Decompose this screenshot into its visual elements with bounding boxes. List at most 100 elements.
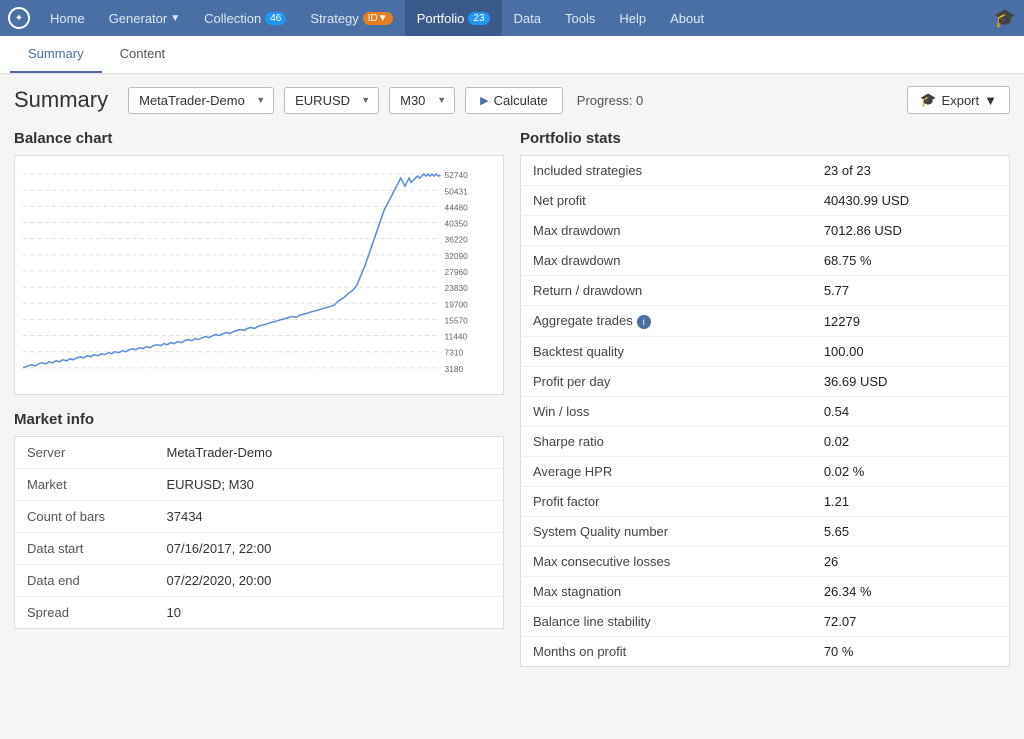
stats-value: 5.65: [812, 517, 1010, 547]
svg-text:19700: 19700: [445, 300, 469, 309]
stats-label: Return / drawdown: [521, 276, 812, 306]
balance-chart: 52740 50431 44480 40350 36220 32090 2796…: [14, 155, 504, 395]
nav-tools[interactable]: Tools: [553, 0, 607, 36]
top-navigation: ✦ Home Generator ▼ Collection 46 Strateg…: [0, 0, 1024, 36]
page-title: Summary: [14, 87, 108, 113]
stats-value: 5.77: [812, 276, 1010, 306]
stats-row: Net profit 40430.99 USD: [521, 186, 1010, 216]
svg-text:40350: 40350: [445, 220, 469, 229]
app-logo: ✦: [8, 7, 30, 29]
nav-home[interactable]: Home: [38, 0, 97, 36]
main-content: Summary MetaTrader-Demo EURUSD M30 ▶ Cal…: [0, 74, 1024, 679]
stats-value: 40430.99 USD: [812, 186, 1010, 216]
timeframe-select-wrap[interactable]: M30: [389, 87, 455, 114]
svg-text:23830: 23830: [445, 284, 469, 293]
stats-value: 26.34 %: [812, 577, 1010, 607]
market-info-label: Spread: [15, 597, 155, 629]
stats-value: 36.69 USD: [812, 367, 1010, 397]
stats-label: Aggregate tradesi: [521, 306, 812, 337]
stats-value: 12279: [812, 306, 1010, 337]
market-info-row: Data end 07/22/2020, 20:00: [15, 565, 504, 597]
portfolio-badge: 23: [468, 12, 489, 25]
stats-label: Profit factor: [521, 487, 812, 517]
stats-value: 1.21: [812, 487, 1010, 517]
market-info-row: Server MetaTrader-Demo: [15, 437, 504, 469]
info-icon[interactable]: i: [637, 315, 651, 329]
export-arrow-icon: ▼: [984, 93, 997, 108]
stats-value: 7012.86 USD: [812, 216, 1010, 246]
stats-row: Profit factor 1.21: [521, 487, 1010, 517]
stats-label: Months on profit: [521, 637, 812, 667]
stats-value: 100.00: [812, 337, 1010, 367]
stats-value: 26: [812, 547, 1010, 577]
stats-row: Max consecutive losses 26: [521, 547, 1010, 577]
broker-select[interactable]: MetaTrader-Demo: [128, 87, 274, 114]
svg-text:3180: 3180: [445, 365, 464, 374]
nav-portfolio[interactable]: Portfolio 23: [405, 0, 502, 36]
stats-label: Average HPR: [521, 457, 812, 487]
stats-label: Max stagnation: [521, 577, 812, 607]
stats-row: Win / loss 0.54: [521, 397, 1010, 427]
tab-content[interactable]: Content: [102, 36, 184, 73]
market-info-row: Data start 07/16/2017, 22:00: [15, 533, 504, 565]
market-info-label: Market: [15, 469, 155, 501]
export-icon: 🎓: [920, 92, 936, 108]
tab-bar: Summary Content: [0, 36, 1024, 74]
svg-text:7310: 7310: [445, 349, 464, 358]
summary-toolbar: Summary MetaTrader-Demo EURUSD M30 ▶ Cal…: [14, 86, 1010, 114]
market-info-row: Spread 10: [15, 597, 504, 629]
stats-value: 68.75 %: [812, 246, 1010, 276]
svg-text:15570: 15570: [445, 317, 469, 326]
market-info-row: Count of bars 37434: [15, 501, 504, 533]
nav-help[interactable]: Help: [607, 0, 658, 36]
market-info-title: Market info: [14, 411, 504, 428]
stats-row: Max drawdown 68.75 %: [521, 246, 1010, 276]
svg-text:50431: 50431: [445, 187, 469, 196]
market-info-label: Data end: [15, 565, 155, 597]
calculate-button[interactable]: ▶ Calculate: [465, 87, 563, 114]
tab-summary[interactable]: Summary: [10, 36, 102, 73]
nav-collection[interactable]: Collection 46: [192, 0, 298, 36]
portfolio-stats-title: Portfolio stats: [520, 130, 1010, 147]
market-info-value: MetaTrader-Demo: [155, 437, 504, 469]
stats-value: 0.02 %: [812, 457, 1010, 487]
export-button[interactable]: 🎓 Export ▼: [907, 86, 1010, 114]
nav-generator[interactable]: Generator ▼: [97, 0, 192, 36]
stats-label: Profit per day: [521, 367, 812, 397]
stats-row: Included strategies 23 of 23: [521, 156, 1010, 186]
nav-strategy[interactable]: Strategy ID▼: [298, 0, 404, 36]
stats-label: Balance line stability: [521, 607, 812, 637]
symbol-select-wrap[interactable]: EURUSD: [284, 87, 379, 114]
stats-row: Average HPR 0.02 %: [521, 457, 1010, 487]
stats-value: 0.54: [812, 397, 1010, 427]
stats-row: Max drawdown 7012.86 USD: [521, 216, 1010, 246]
market-info-label: Data start: [15, 533, 155, 565]
stats-label: Backtest quality: [521, 337, 812, 367]
stats-row: Return / drawdown 5.77: [521, 276, 1010, 306]
market-info-label: Server: [15, 437, 155, 469]
timeframe-select[interactable]: M30: [389, 87, 455, 114]
symbol-select[interactable]: EURUSD: [284, 87, 379, 114]
svg-text:52740: 52740: [445, 171, 469, 180]
stats-value: 23 of 23: [812, 156, 1010, 186]
left-column: Balance chart: [14, 130, 504, 667]
market-info-value: 07/16/2017, 22:00: [155, 533, 504, 565]
stats-row: Months on profit 70 %: [521, 637, 1010, 667]
stats-row: Sharpe ratio 0.02: [521, 427, 1010, 457]
market-info-row: Market EURUSD; M30: [15, 469, 504, 501]
progress-text: Progress: 0: [577, 93, 643, 108]
market-info-table: Server MetaTrader-Demo Market EURUSD; M3…: [14, 436, 504, 629]
svg-text:11440: 11440: [445, 333, 468, 342]
market-info-value: 10: [155, 597, 504, 629]
collection-badge: 46: [265, 12, 286, 25]
market-info-label: Count of bars: [15, 501, 155, 533]
graduation-icon: 🎓: [994, 8, 1016, 29]
stats-label: Sharpe ratio: [521, 427, 812, 457]
portfolio-stats-table: Included strategies 23 of 23 Net profit …: [520, 155, 1010, 667]
nav-about[interactable]: About: [658, 0, 716, 36]
stats-value: 0.02: [812, 427, 1010, 457]
nav-data[interactable]: Data: [502, 0, 553, 36]
broker-select-wrap[interactable]: MetaTrader-Demo: [128, 87, 274, 114]
stats-label: Net profit: [521, 186, 812, 216]
market-info-value: 07/22/2020, 20:00: [155, 565, 504, 597]
